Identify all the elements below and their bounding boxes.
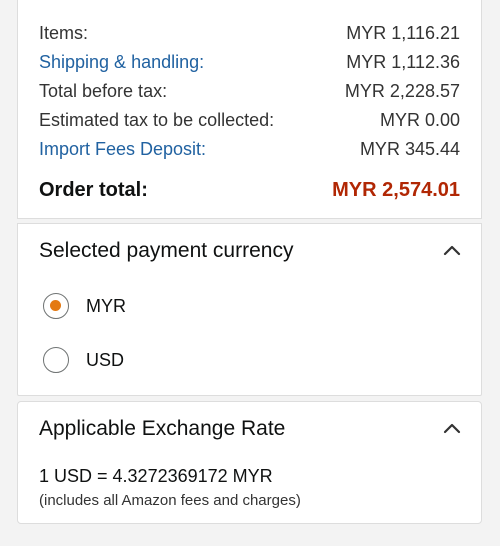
currency-option-label: MYR <box>86 295 126 316</box>
total-before-tax-label: Total before tax: <box>39 80 168 101</box>
summary-row-order-total: Order total: MYR 2,574.01 <box>39 178 460 202</box>
currency-option-myr[interactable]: MYR <box>43 293 126 319</box>
import-fees-deposit-value: MYR 345.44 <box>359 138 460 159</box>
exchange-rate-note: (includes all Amazon fees and charges) <box>39 492 301 509</box>
chevron-up-icon[interactable] <box>443 420 461 438</box>
import-fees-deposit-link[interactable]: Import Fees Deposit: <box>39 139 206 160</box>
radio-button-myr[interactable] <box>43 293 69 319</box>
summary-row-total-before-tax: Total before tax: MYR 2,228.57 <box>39 79 460 103</box>
order-total-label: Order total: <box>39 178 148 201</box>
order-total-value: MYR 2,574.01 <box>332 178 460 201</box>
items-label: Items: <box>39 22 89 43</box>
items-value: MYR 1,116.21 <box>346 22 460 43</box>
currency-option-label: USD <box>86 349 125 370</box>
shipping-handling-link[interactable]: Shipping & handling: <box>39 52 204 73</box>
summary-row-estimated-tax: Estimated tax to be collected: MYR 0.00 <box>39 108 460 132</box>
summary-row-items: Items: MYR 1,116.21 <box>39 21 460 45</box>
payment-currency-title[interactable]: Selected payment currency <box>39 239 293 263</box>
summary-row-import-fees: Import Fees Deposit: MYR 345.44 <box>39 137 460 161</box>
radio-button-usd[interactable] <box>43 347 69 373</box>
estimated-tax-label: Estimated tax to be collected: <box>39 109 275 130</box>
shipping-handling-value: MYR 1,112.36 <box>346 51 460 72</box>
exchange-rate-value: 1 USD = 4.3272369172 MYR <box>39 466 273 486</box>
summary-row-shipping: Shipping & handling: MYR 1,112.36 <box>39 50 460 74</box>
currency-option-usd[interactable]: USD <box>43 347 124 373</box>
payment-currency-section: Selected payment currency MYR USD <box>17 223 482 396</box>
total-before-tax-value: MYR 2,228.57 <box>344 80 460 101</box>
estimated-tax-value: MYR 0.00 <box>379 109 460 130</box>
exchange-rate-title[interactable]: Applicable Exchange Rate <box>39 417 285 441</box>
order-summary-card: Items: MYR 1,116.21 Shipping & handling:… <box>17 0 482 219</box>
exchange-rate-section: Applicable Exchange Rate 1 USD = 4.32723… <box>17 401 482 524</box>
chevron-up-icon[interactable] <box>443 242 461 260</box>
